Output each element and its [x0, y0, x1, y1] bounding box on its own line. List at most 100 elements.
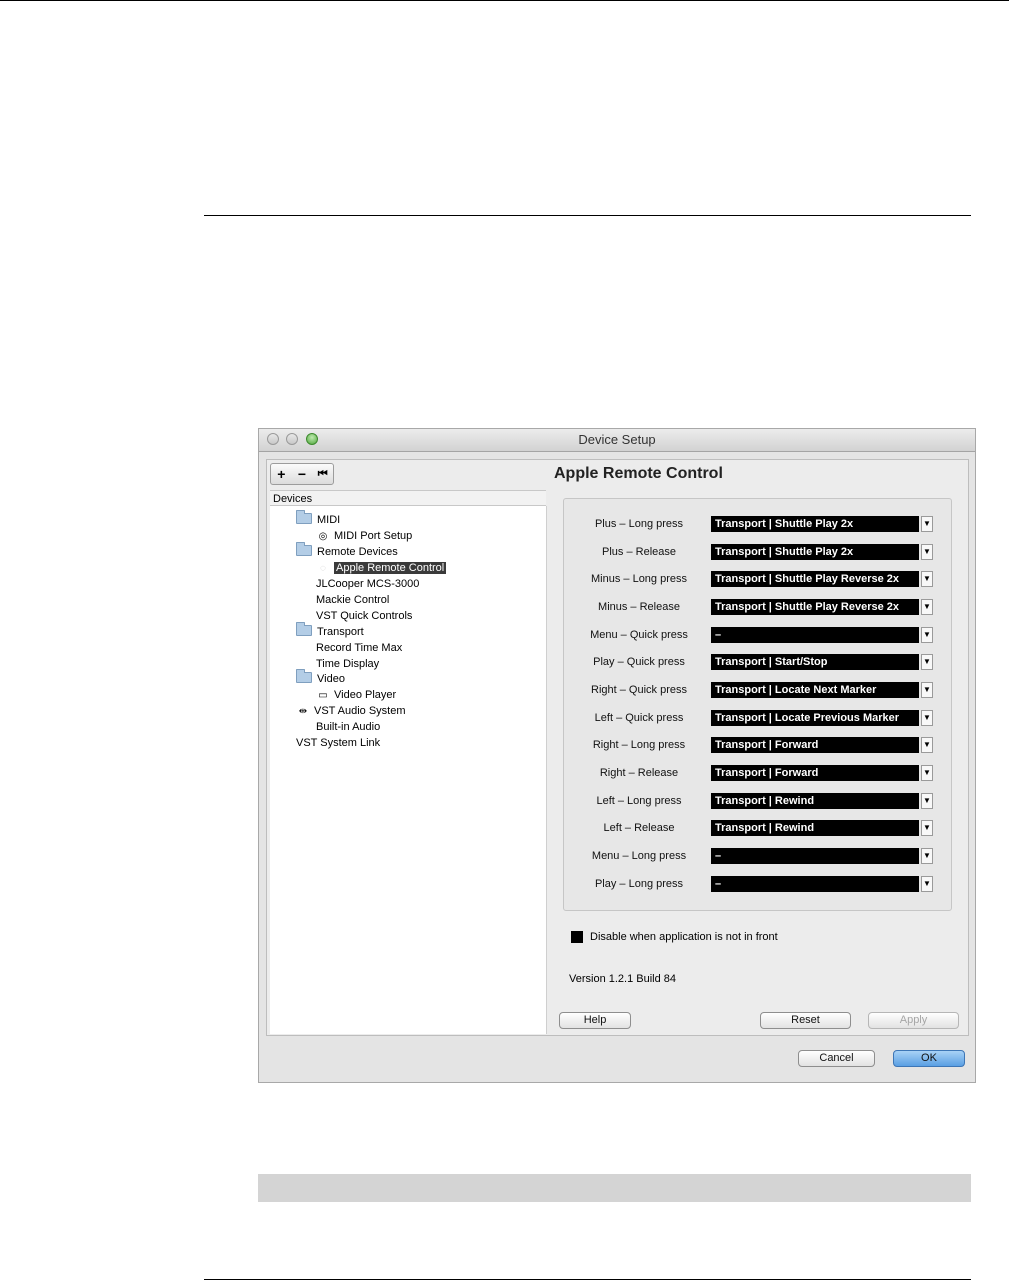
row-label: Left – Quick press	[594, 712, 684, 724]
function-select[interactable]: Transport | Forward	[711, 737, 919, 753]
function-select[interactable]: Transport | Locate Previous Marker	[711, 710, 919, 726]
apply-button[interactable]: Apply	[868, 1012, 959, 1029]
chevron-down-icon[interactable]: ▼	[921, 765, 933, 781]
device-toolbar: + − ⏮	[270, 463, 334, 485]
midi-port-icon: ◎	[318, 531, 328, 542]
row-label: Minus – Long press	[591, 573, 687, 585]
chevron-down-icon[interactable]: ▼	[921, 737, 933, 753]
folder-icon	[296, 669, 312, 683]
panel-title: Apple Remote Control	[554, 465, 723, 482]
add-device-button[interactable]: +	[271, 464, 292, 484]
function-select[interactable]: Transport | Rewind	[711, 793, 919, 809]
tree-item-vst-audio-system[interactable]: ⇹ VST Audio System	[296, 703, 406, 719]
tree-item-built-in-audio[interactable]: Built-in Audio	[316, 719, 380, 735]
chevron-down-icon[interactable]: ▼	[921, 654, 933, 670]
tree-label: Transport	[317, 626, 364, 638]
chevron-down-icon[interactable]: ▼	[921, 682, 933, 698]
tree-item-jlcooper[interactable]: JLCooper MCS-3000	[316, 576, 419, 592]
mapping-row: Menu – Long press – ▼	[564, 846, 951, 866]
tree-item-video-player[interactable]: ▭ Video Player	[316, 687, 396, 703]
function-select[interactable]: –	[711, 627, 919, 643]
row-label: Minus – Release	[598, 601, 680, 613]
mapping-row: Minus – Long press Transport | Shuttle P…	[564, 569, 951, 589]
tree-label: MIDI Port Setup	[334, 530, 413, 542]
reset-button[interactable]: Reset	[760, 1012, 851, 1029]
tree-label: Apple Remote Control	[334, 562, 447, 574]
video-icon: ▭	[318, 690, 328, 701]
function-select[interactable]: Transport | Shuttle Play 2x	[711, 544, 919, 560]
tree-item-midi-port-setup[interactable]: ◎ MIDI Port Setup	[316, 528, 413, 544]
mapping-row: Left – Release Transport | Rewind ▼	[564, 818, 951, 838]
function-select[interactable]: Transport | Forward	[711, 765, 919, 781]
tree-item-record-time-max[interactable]: Record Time Max	[316, 640, 402, 656]
function-select[interactable]: Transport | Shuttle Play 2x	[711, 516, 919, 532]
mapping-row: Plus – Long press Transport | Shuttle Pl…	[564, 514, 951, 534]
device-setup-window: Device Setup + − ⏮ Devices MIDI ◎ MIDI Po…	[258, 428, 976, 1083]
disable-checkbox-label[interactable]: Disable when application is not in front	[590, 929, 778, 945]
tree-label: Built-in Audio	[316, 721, 381, 733]
tree-item-apple-remote-control[interactable]: ◌ Apple Remote Control	[316, 560, 447, 576]
row-label: Plus – Long press	[594, 518, 684, 530]
tree-item-vst-quick-controls[interactable]: VST Quick Controls	[316, 608, 412, 624]
remote-icon: ◌	[320, 563, 326, 574]
chevron-down-icon[interactable]: ▼	[921, 793, 933, 809]
tree-item-mackie-control[interactable]: Mackie Control	[316, 592, 389, 608]
chevron-down-icon[interactable]: ▼	[921, 516, 933, 532]
function-select[interactable]: –	[711, 848, 919, 864]
tree-label: Video	[317, 673, 345, 685]
section-rule	[204, 215, 971, 216]
tree-folder-video[interactable]: Video	[296, 669, 345, 687]
function-select[interactable]: Transport | Locate Next Marker	[711, 682, 919, 698]
row-label: Left – Release	[603, 822, 675, 834]
top-rule	[0, 0, 1009, 1]
tree-label: MIDI	[317, 514, 341, 526]
ok-button[interactable]: OK	[893, 1050, 965, 1067]
disable-checkbox[interactable]	[571, 931, 583, 943]
mapping-row: Menu – Quick press – ▼	[564, 625, 951, 645]
tree-folder-remote-devices[interactable]: Remote Devices	[296, 542, 398, 560]
mapping-table: Plus – Long press Transport | Shuttle Pl…	[563, 498, 952, 911]
row-label: Menu – Quick press	[590, 629, 688, 641]
chevron-down-icon[interactable]: ▼	[921, 571, 933, 587]
chevron-down-icon[interactable]: ▼	[921, 848, 933, 864]
window-title: Device Setup	[578, 432, 656, 447]
function-select[interactable]: Transport | Start/Stop	[711, 654, 919, 670]
tree-label: VST System Link	[296, 737, 381, 749]
chevron-down-icon[interactable]: ▼	[921, 599, 933, 615]
mapping-row: Right – Quick press Transport | Locate N…	[564, 680, 951, 700]
content-area: + − ⏮ Devices MIDI ◎ MIDI Port Setup Remo…	[266, 459, 969, 1036]
chevron-down-icon[interactable]: ▼	[921, 544, 933, 560]
tree-label: Remote Devices	[317, 546, 398, 558]
mapping-row: Left – Long press Transport | Rewind ▼	[564, 791, 951, 811]
tree-label: Video Player	[334, 689, 397, 701]
chevron-down-icon[interactable]: ▼	[921, 627, 933, 643]
chevron-down-icon[interactable]: ▼	[921, 876, 933, 892]
cancel-button[interactable]: Cancel	[798, 1050, 875, 1067]
mapping-row: Play – Quick press Transport | Start/Sto…	[564, 652, 951, 672]
function-select[interactable]: –	[711, 876, 919, 892]
function-select[interactable]: Transport | Shuttle Play Reverse 2x	[711, 599, 919, 615]
function-select[interactable]: Transport | Shuttle Play Reverse 2x	[711, 571, 919, 587]
folder-icon	[296, 542, 312, 556]
chevron-down-icon[interactable]: ▼	[921, 710, 933, 726]
mapping-row: Right – Long press Transport | Forward ▼	[564, 735, 951, 755]
row-label: Plus – Release	[602, 546, 676, 558]
reset-device-button[interactable]: ⏮	[312, 464, 333, 484]
row-label: Right – Long press	[592, 739, 686, 751]
mapping-row: Right – Release Transport | Forward ▼	[564, 763, 951, 783]
mapping-row: Plus – Release Transport | Shuttle Play …	[564, 542, 951, 562]
remove-device-button[interactable]: −	[292, 464, 313, 484]
help-button[interactable]: Help	[559, 1012, 631, 1029]
tree-item-vst-system-link[interactable]: VST System Link	[296, 735, 380, 751]
folder-icon	[296, 622, 312, 636]
chevron-down-icon[interactable]: ▼	[921, 820, 933, 836]
row-label: Right – Quick press	[591, 684, 687, 696]
tree-item-time-display[interactable]: Time Display	[316, 656, 379, 672]
row-label: Left – Long press	[596, 795, 682, 807]
tree-folder-midi[interactable]: MIDI	[296, 510, 341, 528]
function-select[interactable]: Transport | Rewind	[711, 820, 919, 836]
title-bar[interactable]: Device Setup	[259, 429, 975, 452]
tree-label: Record Time Max	[316, 642, 403, 654]
tree-folder-transport[interactable]: Transport	[296, 622, 364, 640]
tree-label: JLCooper MCS-3000	[316, 578, 420, 590]
